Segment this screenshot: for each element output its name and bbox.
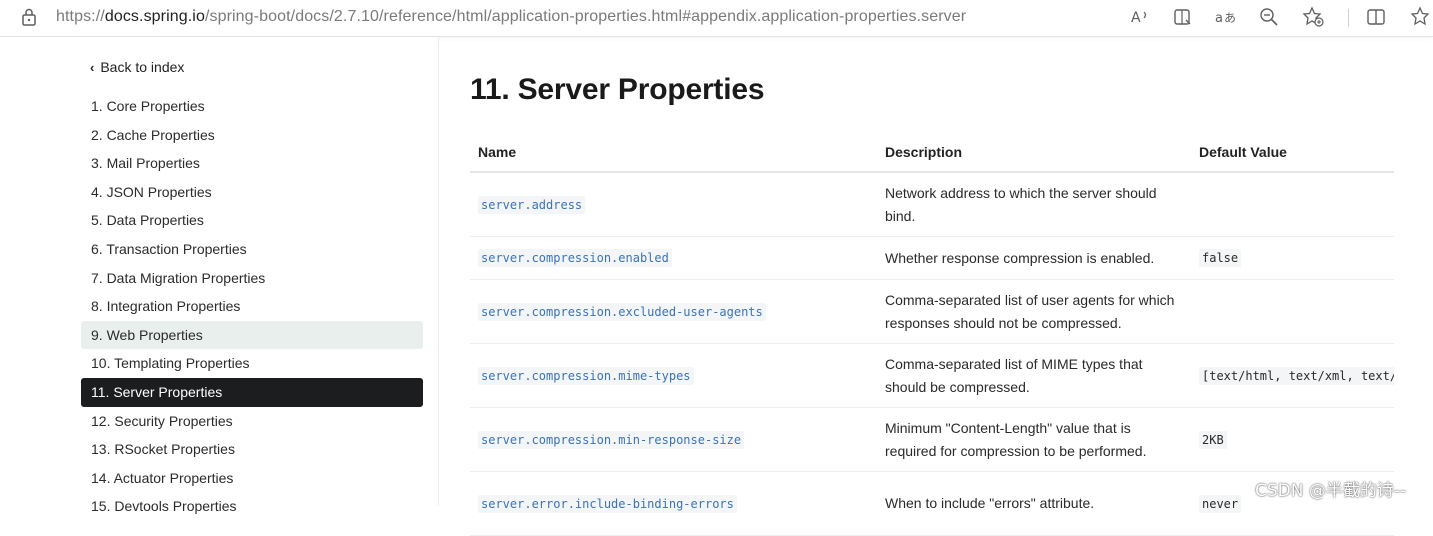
property-name-cell: server.address: [470, 172, 877, 237]
property-default-value: never: [1199, 494, 1242, 513]
url-prefix: https://: [56, 8, 105, 25]
watermark: CSDN @半截的诗--: [1255, 481, 1407, 501]
table-row: server.compression.mime-types Comma-sepa…: [470, 343, 1394, 408]
url-field[interactable]: https://docs.spring.io/spring-boot/docs/…: [56, 8, 966, 26]
sidebar-item-mail[interactable]: 3. Mail Properties: [81, 149, 423, 178]
property-default-cell: 2KB: [1191, 407, 1394, 472]
zoom-icon[interactable]: [1257, 6, 1281, 30]
address-bar: https://docs.spring.io/spring-boot/docs/…: [0, 0, 1433, 37]
property-description: Comma-separated list of MIME types that …: [877, 343, 1191, 408]
read-aloud-icon[interactable]: A: [1128, 6, 1152, 30]
property-name-cell: server.compression.min-response-size: [470, 407, 877, 472]
property-name-cell: server.error.include-binding-errors: [470, 471, 877, 536]
sidebar-toc: ‹ Back to index 1. Core Properties 2. Ca…: [0, 37, 439, 514]
table-row: server.compression.min-response-size Min…: [470, 407, 1394, 472]
split-screen-icon[interactable]: [1364, 6, 1388, 30]
sidebar-item-core[interactable]: 1. Core Properties: [81, 92, 423, 121]
toc-list: 1. Core Properties 2. Cache Properties 3…: [81, 92, 423, 521]
property-default-cell: [1191, 279, 1394, 344]
property-default-value: false: [1199, 249, 1242, 267]
column-header-name: Name: [470, 133, 877, 173]
property-name-link[interactable]: server.error.include-binding-errors: [478, 494, 737, 513]
favorites-icon[interactable]: [1409, 6, 1433, 30]
column-header-default-value: Default Value: [1191, 133, 1394, 173]
svg-text:あ: あ: [1224, 11, 1236, 25]
property-description: Comma-separated list of user agents for …: [877, 279, 1191, 344]
property-name-link[interactable]: server.compression.mime-types: [478, 366, 694, 385]
sidebar-item-transaction[interactable]: 6. Transaction Properties: [81, 235, 423, 264]
table-row: server.compression.enabled Whether respo…: [470, 236, 1394, 280]
back-to-index-link[interactable]: ‹ Back to index: [90, 59, 184, 75]
page-title: 11. Server Properties: [470, 73, 765, 106]
table-header-row: Name Description Default Value: [470, 133, 1394, 173]
property-name-cell: server.compression.enabled: [470, 236, 877, 280]
sidebar-item-rsocket[interactable]: 13. RSocket Properties: [81, 435, 423, 464]
property-default-value: [text/html, text/xml, text/plain, text/c…: [1199, 366, 1394, 385]
sidebar-item-data[interactable]: 5. Data Properties: [81, 206, 423, 235]
sidebar-item-devtools[interactable]: 15. Devtools Properties: [81, 492, 423, 521]
property-default-cell: [text/html, text/xml, text/plain, text/c…: [1191, 343, 1394, 408]
sidebar-item-json[interactable]: 4. JSON Properties: [81, 178, 423, 207]
sidebar-item-security[interactable]: 12. Security Properties: [81, 407, 423, 436]
property-name-link[interactable]: server.compression.min-response-size: [478, 430, 745, 449]
property-name-cell: server.compression.mime-types: [470, 343, 877, 408]
immersive-reader-icon[interactable]: [1171, 6, 1195, 30]
property-default-cell: [1191, 172, 1394, 237]
property-description: Network address to which the server shou…: [877, 172, 1191, 237]
property-description: Whether response compression is enabled.: [877, 236, 1191, 280]
property-default-value: 2KB: [1199, 430, 1227, 449]
translate-icon[interactable]: aあ: [1214, 6, 1238, 30]
sidebar-item-web[interactable]: 9. Web Properties: [81, 320, 423, 350]
sidebar-item-integration[interactable]: 8. Integration Properties: [81, 292, 423, 321]
back-to-index-label: Back to index: [100, 59, 185, 75]
svg-text:A: A: [1131, 10, 1141, 26]
property-name-cell: server.compression.excluded-user-agents: [470, 279, 877, 344]
table-row: server.address Network address to which …: [470, 172, 1394, 237]
toolbar-divider: [1348, 9, 1349, 27]
favorite-add-icon[interactable]: [1302, 6, 1326, 30]
url-path: /spring-boot/docs/2.7.10/reference/html/…: [204, 8, 967, 25]
column-header-description: Description: [877, 133, 1191, 173]
sidebar-item-server[interactable]: 11. Server Properties: [81, 377, 423, 407]
svg-text:a: a: [1215, 11, 1223, 26]
property-description: Minimum "Content-Length" value that is r…: [877, 407, 1191, 472]
property-default-cell: false: [1191, 236, 1394, 280]
url-domain: docs.spring.io: [104, 8, 205, 25]
sidebar-item-actuator[interactable]: 14. Actuator Properties: [81, 464, 423, 493]
chevron-left-icon: ‹: [90, 59, 95, 75]
sidebar-item-data-migration[interactable]: 7. Data Migration Properties: [81, 264, 423, 293]
property-description: When to include "errors" attribute.: [877, 471, 1191, 536]
sidebar-item-cache[interactable]: 2. Cache Properties: [81, 121, 423, 150]
sidebar-item-templating[interactable]: 10. Templating Properties: [81, 349, 423, 378]
property-name-link[interactable]: server.compression.excluded-user-agents: [478, 302, 766, 321]
main-content: 11. Server Properties Name Description D…: [470, 37, 1394, 536]
property-name-link[interactable]: server.compression.enabled: [478, 249, 672, 267]
table-row: server.compression.excluded-user-agents …: [470, 279, 1394, 344]
lock-icon[interactable]: [20, 7, 38, 27]
property-name-link[interactable]: server.address: [478, 195, 586, 214]
